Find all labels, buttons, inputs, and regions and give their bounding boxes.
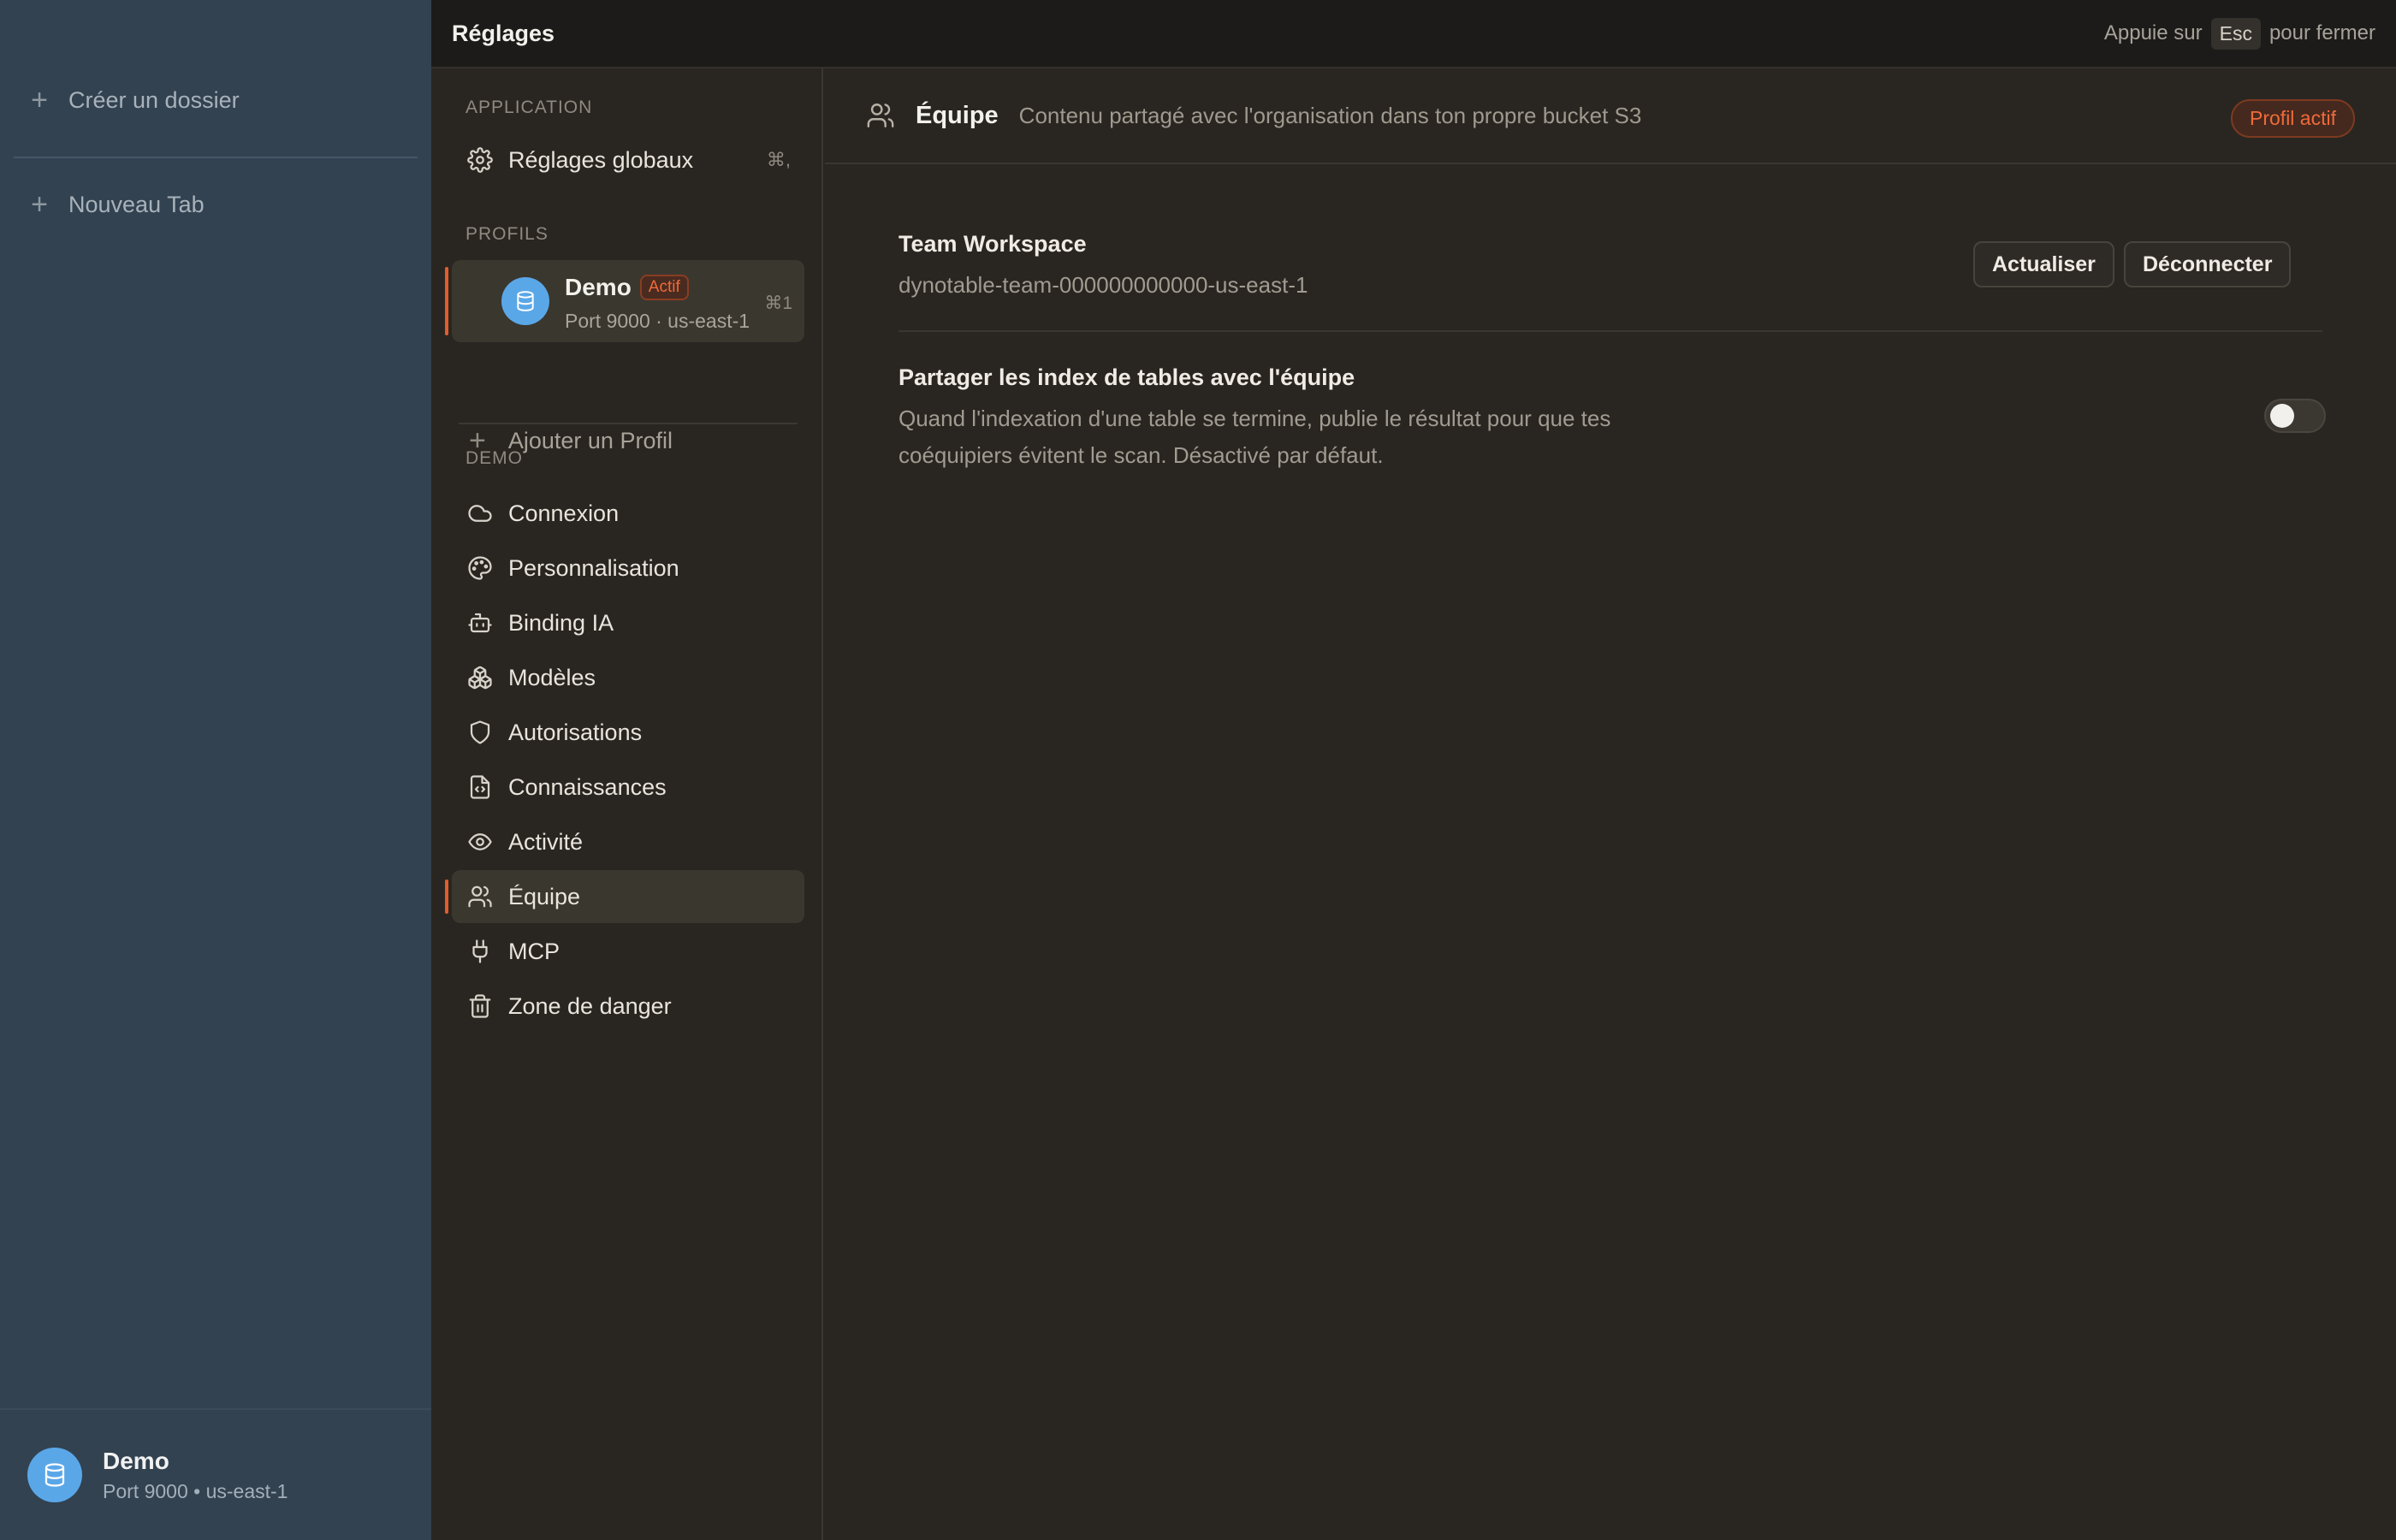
create-folder-button[interactable]: + Créer un dossier: [29, 86, 240, 115]
active-indicator: [445, 267, 448, 335]
settings-topbar: Réglages Appuie sur Esc pour fermer: [431, 0, 2396, 68]
profile-item-demo[interactable]: Demo Actif Port 9000 · us-east-1 ⌘1: [445, 260, 804, 342]
settings-nav: APPLICATION Réglages globaux ⌘, PROFILS …: [431, 68, 823, 1540]
boxes-icon: [467, 665, 493, 690]
nav-item-label: Personnalisation: [508, 554, 679, 581]
nav-item-label: Réglages globaux: [508, 146, 694, 173]
footer-profile-subtitle: Port 9000 • us-east-1: [103, 1479, 288, 1502]
content-area: Équipe Contenu partagé avec l'organisati…: [825, 68, 2396, 1540]
nav-item-cloud[interactable]: Connexion: [452, 487, 804, 540]
share-index-description-line-2: coéquipiers évitent le scan. Désactivé p…: [898, 442, 1384, 468]
share-index-toggle[interactable]: [2264, 399, 2326, 433]
nav-item-file-code[interactable]: Connaissances: [452, 761, 804, 814]
plug-icon: [467, 939, 493, 964]
toggle-knob: [2270, 404, 2294, 428]
nav-item-label: MCP: [508, 938, 560, 964]
share-index-title: Partager les index de tables avec l'équi…: [898, 364, 1355, 390]
users-icon: [467, 884, 493, 909]
nav-item-label: Binding IA: [508, 609, 614, 636]
nav-item-boxes[interactable]: Modèles: [452, 651, 804, 704]
nav-item-trash[interactable]: Zone de danger: [452, 980, 804, 1033]
nav-item-label: Connexion: [508, 500, 620, 526]
shield-icon: [467, 720, 493, 745]
page-title: Réglages: [452, 20, 555, 46]
active-indicator: [445, 880, 448, 914]
esc-key: Esc: [2210, 17, 2261, 50]
footer-profile-name: Demo: [103, 1447, 169, 1474]
trash-icon: [467, 993, 493, 1019]
nav-item-label: Connaissances: [508, 773, 667, 800]
shortcut-hint: ⌘1: [764, 293, 792, 313]
new-tab-button[interactable]: + Nouveau Tab: [29, 190, 205, 219]
status-badge: Actif: [639, 275, 689, 300]
users-icon: [866, 101, 895, 130]
section-description: Contenu partagé avec l'organisation dans…: [1018, 102, 1642, 128]
nav-item-plug[interactable]: MCP: [452, 925, 804, 978]
nav-item-label: Activité: [508, 828, 584, 855]
profile-subtitle: Port 9000 · us-east-1: [565, 310, 750, 332]
disconnect-button[interactable]: Déconnecter: [2124, 241, 2292, 287]
refresh-button[interactable]: Actualiser: [1973, 241, 2114, 287]
palette-icon: [467, 555, 493, 581]
content-header: Équipe Contenu partagé avec l'organisati…: [825, 68, 2396, 164]
new-tab-label: Nouveau Tab: [68, 191, 205, 217]
close-hint: Appuie sur Esc pour fermer: [2103, 17, 2375, 50]
nav-item-eye[interactable]: Activité: [452, 815, 804, 868]
nav-item-label: Modèles: [508, 664, 596, 690]
bot-icon: [467, 610, 493, 636]
section-application: APPLICATION: [466, 98, 593, 117]
settings-panel: Réglages Appuie sur Esc pour fermer APPL…: [431, 0, 2396, 1540]
file-code-icon: [467, 774, 493, 800]
workspace-title: Team Workspace: [898, 231, 1087, 257]
plus-icon: +: [31, 188, 48, 221]
profile-footer[interactable]: Demo Port 9000 • us-east-1: [0, 1408, 431, 1540]
nav-item-label: Équipe: [508, 883, 581, 909]
eye-icon: [467, 829, 493, 855]
app-sidebar-divider: [14, 157, 418, 158]
section-title: Équipe: [916, 101, 999, 129]
active-profile-badge: Profil actif: [2231, 99, 2355, 138]
database-icon: [27, 1448, 82, 1502]
plus-icon: +: [31, 84, 48, 116]
nav-item-label: Zone de danger: [508, 992, 672, 1019]
share-index-description: Quand l'indexation d'une table se termin…: [898, 400, 1610, 474]
section-profiles: PROFILS: [466, 224, 549, 244]
nav-item-shield[interactable]: Autorisations: [452, 706, 804, 759]
section-demo: DEMO: [466, 448, 523, 468]
nav-item-global-settings[interactable]: Réglages globaux ⌘,: [452, 133, 804, 187]
gear-icon: [467, 147, 493, 173]
profile-name: Demo: [565, 274, 632, 300]
workspace-bucket: dynotable-team-000000000000-us-east-1: [898, 272, 1308, 298]
database-icon: [501, 277, 549, 325]
app-sidebar: + Créer un dossier + Nouveau Tab Demo Po…: [0, 0, 431, 1540]
row-divider: [898, 330, 2322, 332]
nav-item-palette[interactable]: Personnalisation: [452, 542, 804, 595]
nav-item-users[interactable]: Équipe: [445, 870, 804, 923]
share-index-description-line-1: Quand l'indexation d'une table se termin…: [898, 406, 1611, 431]
add-profile-label: Ajouter un Profil: [507, 427, 673, 453]
cloud-icon: [467, 500, 493, 526]
close-hint-after: pour fermer: [2268, 21, 2375, 44]
shortcut-hint: ⌘,: [766, 149, 791, 170]
close-hint-before: Appuie sur: [2103, 21, 2203, 44]
nav-item-bot[interactable]: Binding IA: [452, 596, 804, 649]
create-folder-label: Créer un dossier: [68, 86, 240, 113]
nav-item-label: Autorisations: [508, 719, 643, 745]
nav-divider: [459, 423, 798, 424]
